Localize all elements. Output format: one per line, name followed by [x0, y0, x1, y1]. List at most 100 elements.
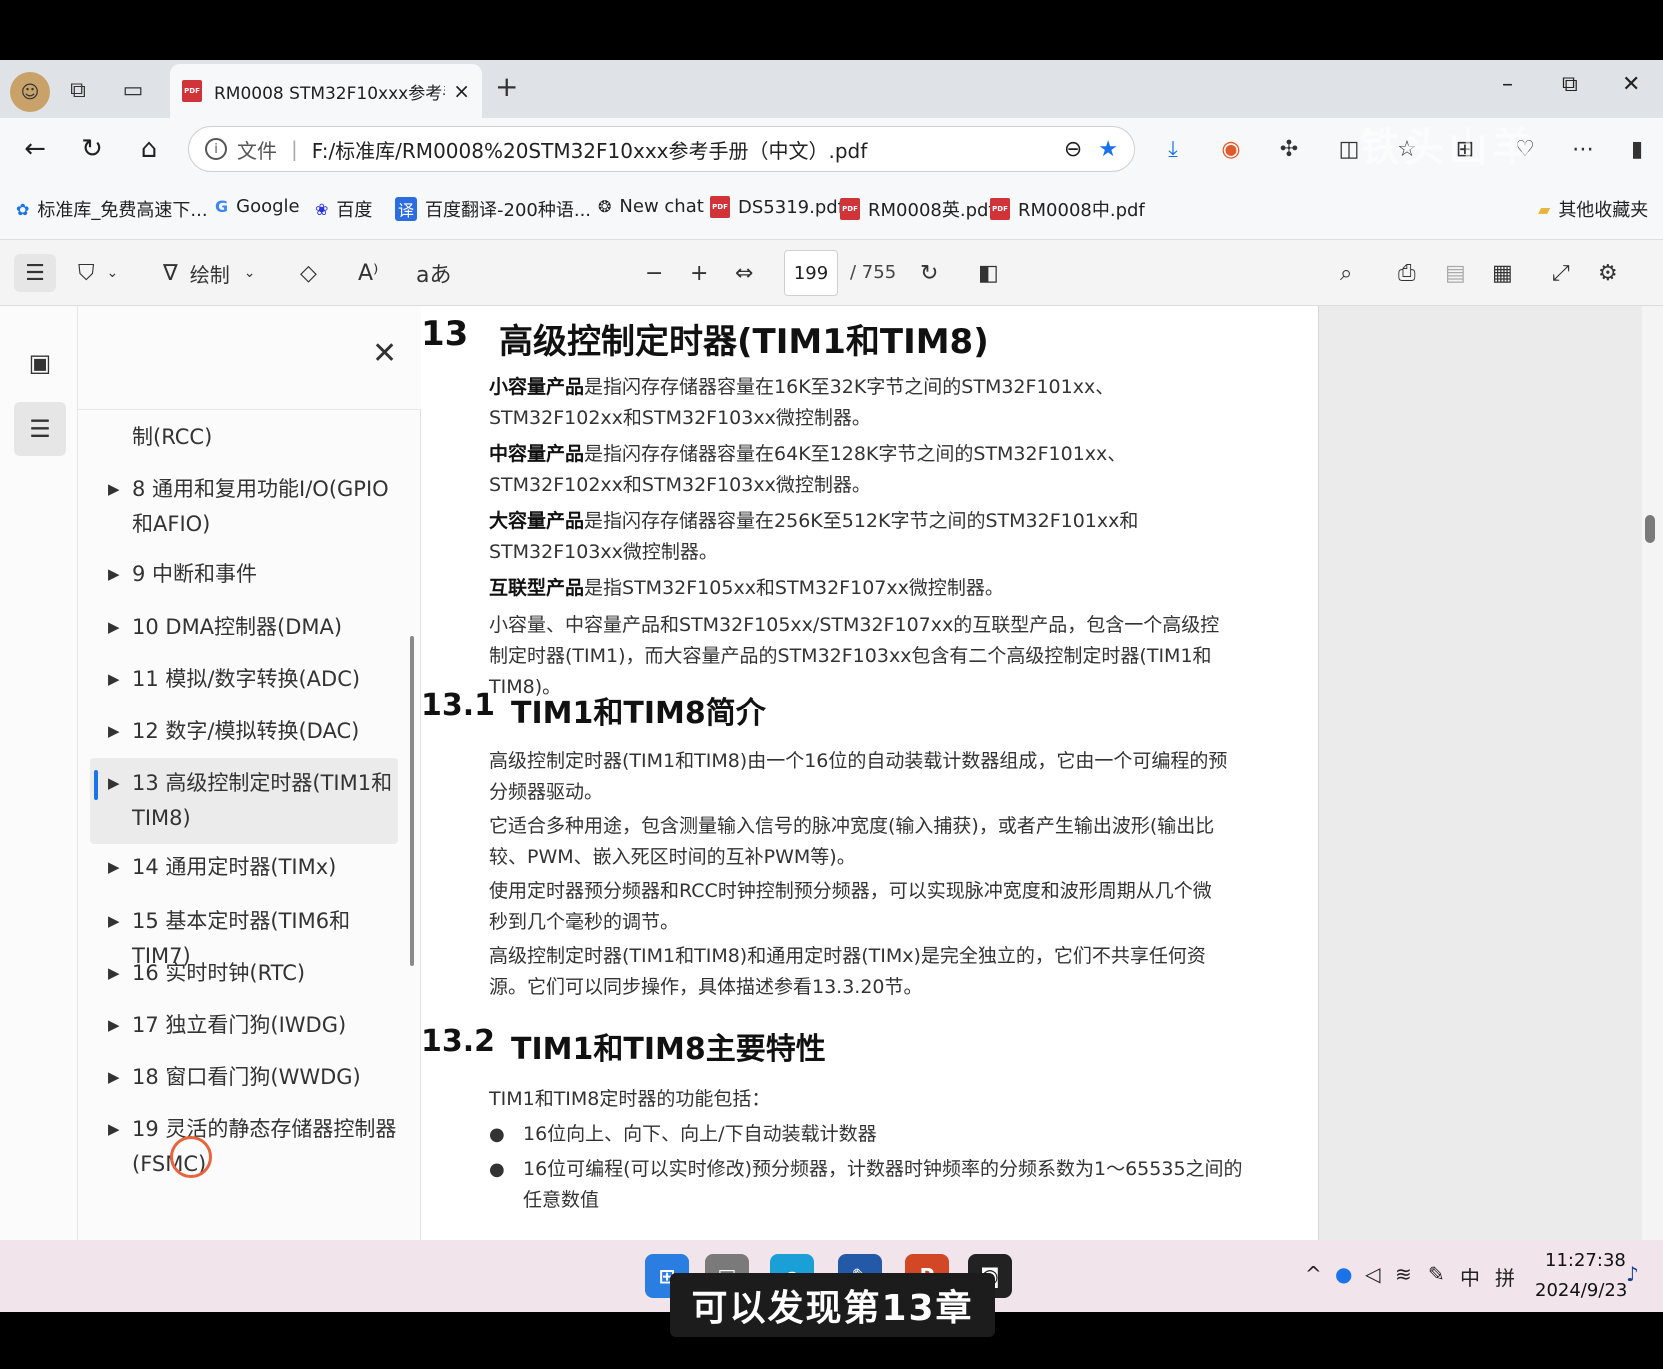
highlight-icon[interactable]: ⛉ ⌄	[78, 254, 118, 292]
extensions-icon[interactable]: ✣	[1272, 132, 1306, 166]
chevron-down-icon[interactable]: ⌄	[244, 265, 256, 281]
address-url[interactable]: F:/标准库/RM0008%20STM32F10xxx参考手册（中文）.pdf	[312, 135, 1048, 164]
page-view-icon[interactable]: ◧	[978, 254, 999, 292]
wifi-icon[interactable]: ≋	[1395, 1262, 1412, 1286]
translate-icon[interactable]: aあ	[416, 254, 451, 292]
clock-date[interactable]: 2024/9/23	[1535, 1280, 1627, 1301]
bookmark-item[interactable]: PDF DS5319.pdf	[710, 196, 844, 218]
volume-icon[interactable]: ◁	[1365, 1262, 1380, 1286]
expand-arrow-icon[interactable]: ▶	[108, 1008, 120, 1043]
bookmark-item[interactable]: PDF RM0008英.pdf	[840, 196, 995, 222]
expand-arrow-icon[interactable]: ▶	[108, 766, 120, 801]
bookmark-item[interactable]: G Google	[215, 196, 300, 217]
expand-arrow-icon[interactable]: ▶	[108, 1112, 120, 1147]
toc-item[interactable]: ▶ 16 实时时钟(RTC)	[90, 956, 398, 991]
read-aloud-icon[interactable]: A⁾	[358, 254, 378, 292]
expand-arrow-icon[interactable]: ▶	[108, 557, 120, 592]
expand-arrow-icon[interactable]: ▶	[108, 1060, 120, 1095]
other-favorites-folder[interactable]: ▰ 其他收藏夹	[1538, 196, 1648, 222]
expand-arrow-icon[interactable]: ▶	[108, 850, 120, 885]
draw-button[interactable]: ∇ 绘制 ⌄	[163, 254, 255, 292]
bookmark-item[interactable]: 译百度翻译-200种语...	[395, 196, 591, 222]
thumbnails-icon[interactable]: ▣	[14, 336, 66, 390]
microphone-icon[interactable]: ●	[1335, 1262, 1352, 1286]
page-total: / 755	[850, 262, 897, 283]
expand-arrow-icon[interactable]: ▶	[108, 610, 120, 645]
bookmark-item[interactable]: ✿ 标准库_免费高速下...	[16, 196, 208, 222]
toc-item[interactable]: ▶ 18 窗口看门狗(WWDG)	[90, 1060, 398, 1095]
chevron-down-icon[interactable]: ⌄	[107, 265, 119, 281]
page-number-input[interactable]: 199	[784, 250, 838, 296]
document-scroll-thumb[interactable]	[1645, 515, 1655, 543]
zoom-in-button[interactable]: +	[690, 254, 708, 292]
tray-chevron-icon[interactable]: ^	[1305, 1262, 1322, 1286]
zoom-icon[interactable]: ⊖	[1064, 137, 1082, 162]
bookmark-item[interactable]: PDF RM0008中.pdf	[990, 196, 1145, 222]
toc-item[interactable]: ▶ 9 中断和事件	[90, 557, 398, 592]
workspaces-icon[interactable]: ⧉	[60, 72, 96, 108]
ime-language[interactable]: 中	[1460, 1262, 1480, 1291]
clock-time[interactable]: 11:27:38	[1545, 1250, 1626, 1271]
extension-circle-icon[interactable]: ◉	[1214, 132, 1248, 166]
search-icon[interactable]: ⌕	[1340, 254, 1352, 292]
profile-avatar-icon[interactable]: ☺	[10, 72, 50, 112]
document-scrollbar[interactable]	[1642, 306, 1663, 1240]
print-icon[interactable]: ⎙	[1398, 254, 1416, 292]
toc-item[interactable]: ▶ 10 DMA控制器(DMA)	[90, 610, 398, 645]
contents-list-icon[interactable]: ☰	[14, 402, 66, 456]
toc-item[interactable]: ▶ 14 通用定时器(TIMx)	[90, 850, 398, 885]
toc-item[interactable]: ▶ 11 模拟/数字转换(ADC)	[90, 662, 398, 697]
bookmark-item[interactable]: ❂ New chat	[598, 196, 704, 217]
pdf-icon: PDF	[840, 198, 860, 220]
tab-actions-icon[interactable]: ▭	[115, 72, 151, 108]
expand-arrow-icon[interactable]: ▶	[108, 714, 120, 749]
video-watermark: 铁头山羊	[1360, 125, 1536, 171]
fullscreen-icon[interactable]: ⤢	[1552, 254, 1570, 292]
address-bar[interactable]: i 文件 | F:/标准库/RM0008%20STM32F10xxx参考手册（中…	[188, 126, 1135, 172]
minimize-button[interactable]: –	[1502, 72, 1513, 97]
refresh-icon[interactable]: ↻	[73, 130, 111, 168]
back-icon[interactable]: ←	[16, 130, 54, 168]
contents-scrollbar[interactable]	[410, 636, 414, 966]
toc-item[interactable]: ▶ 17 独立看门狗(IWDG)	[90, 1008, 398, 1043]
video-subtitle: 可以发现第13章	[670, 1273, 995, 1337]
info-icon[interactable]: i	[205, 138, 227, 160]
contents-toggle-icon[interactable]: ☰	[14, 254, 56, 292]
fit-width-icon[interactable]: ⇔	[735, 254, 753, 292]
expand-arrow-icon[interactable]: ▶	[108, 956, 120, 991]
tab-active[interactable]: PDF RM0008 STM32F10xxx参考手册（ ×	[170, 64, 482, 118]
settings-gear-icon[interactable]: ⚙	[1598, 254, 1618, 292]
rotate-icon[interactable]: ↻	[920, 254, 938, 292]
toc-item-label: 18 窗口看门狗(WWDG)	[132, 1065, 361, 1089]
home-icon[interactable]: ⌂	[130, 130, 168, 168]
section-number: 13.1	[421, 688, 496, 723]
save-icon[interactable]: ▤	[1445, 254, 1466, 292]
toc-item[interactable]: 制(RCC)	[90, 420, 398, 455]
bookmark-item[interactable]: ❀ 百度	[315, 196, 372, 222]
notification-bell-icon[interactable]: ♪	[1626, 1262, 1639, 1286]
expand-arrow-icon[interactable]: ▶	[108, 472, 120, 507]
toc-item[interactable]: ▶ 12 数字/模拟转换(DAC)	[90, 714, 398, 749]
downloads-icon[interactable]: ⤓	[1156, 132, 1190, 166]
toc-item[interactable]: ▶ 8 通用和复用功能I/O(GPIO和AFIO)	[90, 472, 398, 542]
folder-icon: ▰	[1538, 199, 1551, 219]
close-window-button[interactable]: ✕	[1622, 72, 1640, 97]
toc-item-label: 9 中断和事件	[132, 562, 258, 586]
close-icon[interactable]: ✕	[372, 336, 397, 371]
more-menu-icon[interactable]: ⋯	[1566, 132, 1600, 166]
tab-close-icon[interactable]: ×	[453, 79, 470, 103]
toc-item-selected[interactable]: ▶ 13 高级控制定时器(TIM1和TIM8)	[90, 758, 398, 844]
eraser-icon[interactable]: ◇	[300, 254, 317, 292]
pen-icon: ∇	[163, 260, 178, 286]
zoom-out-button[interactable]: −	[645, 254, 663, 292]
sidebar-toggle-icon[interactable]: ▮	[1620, 132, 1654, 166]
save-as-icon[interactable]: ▦	[1492, 254, 1513, 292]
favorite-star-icon[interactable]: ★	[1098, 137, 1118, 162]
restore-button[interactable]: ⧉	[1562, 72, 1578, 97]
toc-item[interactable]: ▶ 19 灵活的静态存储器控制器(FSMC)	[90, 1112, 398, 1182]
ime-mode[interactable]: 拼	[1495, 1262, 1515, 1291]
pen-icon[interactable]: ✎	[1428, 1262, 1445, 1286]
expand-arrow-icon[interactable]: ▶	[108, 904, 120, 939]
expand-arrow-icon[interactable]: ▶	[108, 662, 120, 697]
new-tab-button[interactable]: +	[495, 70, 518, 103]
